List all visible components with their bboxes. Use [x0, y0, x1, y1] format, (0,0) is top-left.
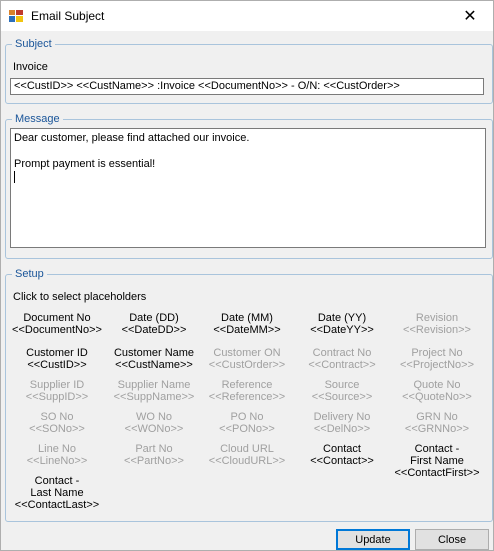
placeholder-item: GRN No <<GRNNo>>: [392, 411, 482, 435]
placeholder-name: Customer Name: [113, 347, 195, 359]
placeholder-item[interactable]: Document No <<DocumentNo>>: [12, 312, 102, 336]
placeholder-item: WO No <<WONo>>: [109, 411, 199, 435]
placeholder-token: <<SONo>>: [29, 423, 85, 435]
placeholder-token: <<CustID>>: [27, 359, 87, 371]
placeholder-item[interactable]: Customer Name <<CustName>>: [109, 347, 199, 371]
placeholder-name: Contact: [323, 443, 361, 455]
placeholder-token: <<Source>>: [311, 391, 373, 403]
setup-hint: Click to select placeholders: [13, 291, 147, 303]
placeholder-name: Contract No: [312, 347, 372, 359]
placeholder-item: Part No <<PartNo>>: [109, 443, 199, 467]
placeholder-item[interactable]: Customer ID <<CustID>>: [12, 347, 102, 371]
close-button[interactable]: Close: [415, 529, 489, 550]
placeholder-token: <<DateMM>>: [213, 324, 281, 336]
placeholder-name: Source: [324, 379, 360, 391]
placeholder-item: Supplier ID <<SuppID>>: [12, 379, 102, 403]
placeholder-token: <<QuoteNo>>: [402, 391, 472, 403]
placeholder-token: <<LineNo>>: [26, 455, 88, 467]
placeholder-item[interactable]: Contact - Last Name <<ContactLast>>: [12, 475, 102, 511]
subject-input[interactable]: <<CustID>> <<CustName>> :Invoice <<Docum…: [10, 78, 484, 95]
placeholder-item: SO No <<SONo>>: [12, 411, 102, 435]
placeholder-name: Supplier Name: [117, 379, 191, 391]
placeholder-name: Line No: [38, 443, 76, 455]
placeholder-name: Cloud URL: [220, 443, 274, 455]
placeholder-item: Revision <<Revision>>: [392, 312, 482, 336]
placeholder-name: Supplier ID: [29, 379, 85, 391]
text-caret: [14, 171, 482, 184]
message-line-1: Dear customer, please find attached our …: [14, 132, 250, 144]
placeholder-item: Source <<Source>>: [297, 379, 387, 403]
placeholder-item: Line No <<LineNo>>: [12, 443, 102, 467]
placeholder-token: <<ContactLast>>: [14, 499, 100, 511]
placeholder-name: Revision: [415, 312, 459, 324]
placeholder-item[interactable]: Date (MM) <<DateMM>>: [202, 312, 292, 336]
placeholder-item: Quote No <<QuoteNo>>: [392, 379, 482, 403]
placeholder-name: Delivery No: [313, 411, 371, 423]
placeholder-name: Project No: [411, 347, 463, 359]
placeholder-token: <<PartNo>>: [124, 455, 184, 467]
placeholder-token: <<CloudURL>>: [208, 455, 286, 467]
placeholder-token: <<SuppID>>: [25, 391, 89, 403]
placeholder-token: <<PONo>>: [219, 423, 275, 435]
update-button[interactable]: Update: [336, 529, 410, 550]
setup-group-label: Setup: [15, 268, 44, 280]
placeholder-item[interactable]: Contact - First Name <<ContactFirst>>: [392, 443, 482, 479]
placeholder-token: <<Reference>>: [208, 391, 286, 403]
placeholder-name: Contact -: [34, 475, 80, 487]
placeholder-name: Customer ON: [213, 347, 281, 359]
placeholder-item: Supplier Name <<SuppName>>: [109, 379, 199, 403]
placeholder-name: Last Name: [30, 487, 84, 499]
placeholder-item: Contract No <<Contract>>: [297, 347, 387, 371]
placeholder-item: Reference <<Reference>>: [202, 379, 292, 403]
placeholder-name: Reference: [221, 379, 273, 391]
placeholder-item: Customer ON <<CustOrder>>: [202, 347, 292, 371]
placeholder-token: <<Contract>>: [308, 359, 376, 371]
placeholder-item: Cloud URL <<CloudURL>>: [202, 443, 292, 467]
subject-field-label: Invoice: [13, 61, 48, 73]
placeholder-name: Contact -: [414, 443, 460, 455]
placeholder-token: <<Contact>>: [310, 455, 374, 467]
placeholder-name: Date (DD): [129, 312, 179, 324]
app-icon: [9, 10, 23, 22]
placeholder-item: Project No <<ProjectNo>>: [392, 347, 482, 371]
placeholder-name: Date (YY): [317, 312, 367, 324]
message-line-3: Prompt payment is essential!: [14, 158, 156, 170]
placeholder-name: PO No: [230, 411, 264, 423]
placeholder-token: <<GRNNo>>: [404, 423, 470, 435]
message-textarea[interactable]: Dear customer, please find attached our …: [10, 128, 486, 248]
placeholder-name: Quote No: [413, 379, 461, 391]
placeholder-token: <<DateDD>>: [121, 324, 187, 336]
title-bar: Email Subject ✕: [1, 1, 493, 31]
placeholder-token: <<ContactFirst>>: [394, 467, 480, 479]
placeholder-name: Document No: [23, 312, 91, 324]
window-title: Email Subject: [31, 9, 105, 23]
placeholder-name: GRN No: [416, 411, 458, 423]
placeholder-item[interactable]: Contact <<Contact>>: [297, 443, 387, 467]
placeholder-item[interactable]: Date (DD) <<DateDD>>: [109, 312, 199, 336]
placeholder-token: <<DocumentNo>>: [12, 324, 102, 336]
placeholder-item[interactable]: Date (YY) <<DateYY>>: [297, 312, 387, 336]
placeholder-name: SO No: [40, 411, 74, 423]
email-subject-dialog: Email Subject ✕ Subject Invoice <<CustID…: [0, 0, 494, 551]
placeholder-token: <<SuppName>>: [113, 391, 195, 403]
close-icon[interactable]: ✕: [447, 1, 493, 31]
placeholder-token: <<DelNo>>: [313, 423, 371, 435]
placeholder-name: WO No: [135, 411, 173, 423]
placeholder-token: <<ProjectNo>>: [400, 359, 474, 371]
placeholder-item: PO No <<PONo>>: [202, 411, 292, 435]
subject-group-label: Subject: [15, 38, 52, 50]
placeholder-token: <<Revision>>: [403, 324, 471, 336]
placeholder-name: Part No: [135, 443, 173, 455]
placeholder-token: <<WONo>>: [124, 423, 184, 435]
message-line-2: [14, 145, 482, 158]
placeholder-token: <<CustName>>: [115, 359, 193, 371]
placeholder-name: First Name: [410, 455, 464, 467]
placeholder-token: <<CustOrder>>: [208, 359, 286, 371]
placeholder-name: Customer ID: [26, 347, 88, 359]
placeholder-item: Delivery No <<DelNo>>: [297, 411, 387, 435]
placeholder-token: <<DateYY>>: [310, 324, 374, 336]
message-group-label: Message: [15, 113, 60, 125]
placeholder-name: Date (MM): [221, 312, 273, 324]
